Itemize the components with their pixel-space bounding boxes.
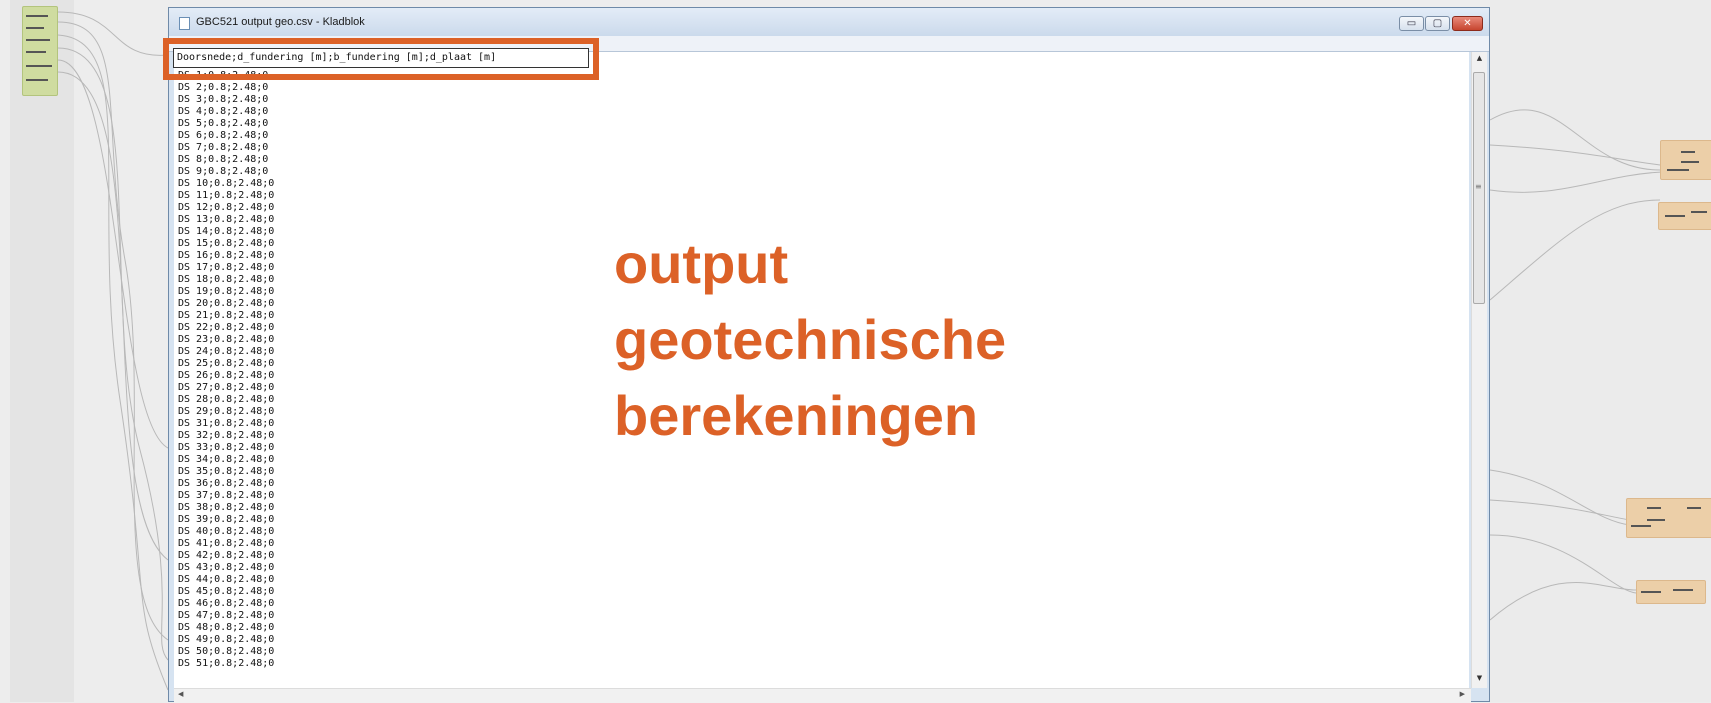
file-line: DS 13;0.8;2.48;0: [178, 214, 275, 225]
minimize-button[interactable]: ▭: [1399, 16, 1424, 31]
close-button[interactable]: ✕: [1452, 16, 1483, 31]
file-line: DS 25;0.8;2.48;0: [178, 358, 275, 369]
file-line: DS 49;0.8;2.48;0: [178, 634, 275, 645]
file-line: DS 9;0.8;2.48;0: [178, 166, 269, 177]
scroll-down-arrow-icon[interactable]: ▼: [1474, 674, 1485, 686]
file-line: DS 38;0.8;2.48;0: [178, 502, 275, 513]
maximize-button[interactable]: ▢: [1425, 16, 1450, 31]
overlay-caption-line: geotechnische: [614, 308, 1007, 371]
file-line: DS 17;0.8;2.48;0: [178, 262, 275, 273]
file-line: DS 10;0.8;2.48;0: [178, 178, 275, 189]
file-line: DS 24;0.8;2.48;0: [178, 346, 275, 357]
csv-header-line: Doorsnede;d_fundering [m];b_fundering [m…: [177, 52, 497, 63]
file-line: DS 23;0.8;2.48;0: [178, 334, 275, 345]
file-line: DS 19;0.8;2.48;0: [178, 286, 275, 297]
overlay-caption-line: berekeningen: [614, 384, 979, 447]
overlay-caption: output geotechnische berekeningen: [614, 226, 1006, 454]
file-line: DS 42;0.8;2.48;0: [178, 550, 275, 561]
file-line: DS 50;0.8;2.48;0: [178, 646, 275, 657]
file-line: DS 40;0.8;2.48;0: [178, 526, 275, 537]
file-line: DS 15;0.8;2.48;0: [178, 238, 275, 249]
file-line: DS 33;0.8;2.48;0: [178, 442, 275, 453]
file-line: DS 22;0.8;2.48;0: [178, 322, 275, 333]
scroll-up-arrow-icon[interactable]: ▲: [1474, 54, 1485, 66]
file-line: DS 32;0.8;2.48;0: [178, 430, 275, 441]
file-line: DS 31;0.8;2.48;0: [178, 418, 275, 429]
title-bar[interactable]: GBC521 output geo.csv - Kladblok ▭ ▢ ✕: [169, 8, 1489, 36]
component-node[interactable]: [22, 6, 58, 96]
file-line: DS 36;0.8;2.48;0: [178, 478, 275, 489]
file-line: DS 44;0.8;2.48;0: [178, 574, 275, 585]
header-highlight-box: Doorsnede;d_fundering [m];b_fundering [m…: [163, 38, 599, 80]
file-line: DS 41;0.8;2.48;0: [178, 538, 275, 549]
file-line: DS 28;0.8;2.48;0: [178, 394, 275, 405]
file-line: DS 2;0.8;2.48;0: [178, 82, 269, 93]
vertical-scrollbar[interactable]: ▲ ≡ ▼: [1471, 52, 1487, 688]
file-line: DS 26;0.8;2.48;0: [178, 370, 275, 381]
file-line: DS 7;0.8;2.48;0: [178, 142, 269, 153]
notepad-icon: [179, 17, 190, 30]
header-line-box: Doorsnede;d_fundering [m];b_fundering [m…: [173, 48, 589, 68]
scroll-right-arrow-icon[interactable]: ▶: [1460, 690, 1465, 698]
file-line: DS 51;0.8;2.48;0: [178, 658, 275, 669]
file-line: DS 43;0.8;2.48;0: [178, 562, 275, 573]
component-node[interactable]: [1626, 498, 1711, 538]
component-node[interactable]: [1658, 202, 1711, 230]
file-line: DS 16;0.8;2.48;0: [178, 250, 275, 261]
file-line: DS 39;0.8;2.48;0: [178, 514, 275, 525]
file-line: DS 27;0.8;2.48;0: [178, 382, 275, 393]
overlay-caption-line: output: [614, 232, 789, 295]
scroll-grip-icon: ≡: [1475, 182, 1482, 191]
component-node[interactable]: [1636, 580, 1706, 604]
file-line: DS 8;0.8;2.48;0: [178, 154, 269, 165]
file-line: DS 20;0.8;2.48;0: [178, 298, 275, 309]
scroll-left-arrow-icon[interactable]: ◀: [178, 690, 183, 698]
file-line: DS 46;0.8;2.48;0: [178, 598, 275, 609]
file-line: DS 35;0.8;2.48;0: [178, 466, 275, 477]
file-line: DS 18;0.8;2.48;0: [178, 274, 275, 285]
file-line: DS 6;0.8;2.48;0: [178, 130, 269, 141]
file-line: DS 29;0.8;2.48;0: [178, 406, 275, 417]
file-line: DS 11;0.8;2.48;0: [178, 190, 275, 201]
file-line: DS 45;0.8;2.48;0: [178, 586, 275, 597]
file-line: DS 12;0.8;2.48;0: [178, 202, 275, 213]
file-line: DS 48;0.8;2.48;0: [178, 622, 275, 633]
file-line: DS 37;0.8;2.48;0: [178, 490, 275, 501]
file-content[interactable]: DS 1;0.8;2.48;0 DS 2;0.8;2.48;0 DS 3;0.8…: [178, 58, 274, 670]
window-title: GBC521 output geo.csv - Kladblok: [196, 16, 365, 28]
file-line: DS 14;0.8;2.48;0: [178, 226, 275, 237]
file-line: DS 3;0.8;2.48;0: [178, 94, 269, 105]
file-line: DS 47;0.8;2.48;0: [178, 610, 275, 621]
file-line: DS 4;0.8;2.48;0: [178, 106, 269, 117]
file-line: DS 5;0.8;2.48;0: [178, 118, 269, 129]
file-line: DS 34;0.8;2.48;0: [178, 454, 275, 465]
horizontal-scrollbar[interactable]: ◀ ▶: [174, 688, 1471, 703]
component-node[interactable]: [1660, 140, 1711, 180]
file-line: DS 21;0.8;2.48;0: [178, 310, 275, 321]
